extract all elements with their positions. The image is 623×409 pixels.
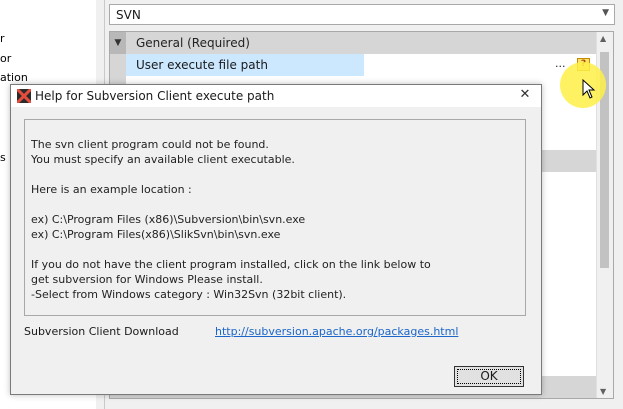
message-line: If you do not have the client program in… (31, 258, 431, 271)
vcs-type-value: SVN (116, 8, 141, 22)
help-dialog: Help for Subversion Client execute path … (10, 84, 542, 395)
category-header: ▼ General (Required) (110, 32, 597, 54)
left-nav-item[interactable]: or (0, 52, 11, 65)
message-line: -Select from Windows category : Win32Svn… (31, 288, 347, 301)
message-line: Here is an example location : (31, 183, 192, 196)
property-name: User execute file path (136, 58, 268, 72)
property-row[interactable]: User execute file path ... ? (110, 54, 597, 76)
category-title: General (Required) (136, 36, 250, 50)
app-logo-icon (17, 89, 31, 103)
message-panel: The svn client program could not be foun… (24, 119, 526, 316)
message-line: ex) C:\Program Files (x86)\Subversion\bi… (31, 213, 306, 226)
message-line: ex) C:\Program Files(x86)\SlikSvn\bin\sv… (31, 228, 281, 241)
scroll-down-icon[interactable]: ▼ (600, 387, 606, 396)
mouse-cursor-icon (582, 79, 596, 99)
collapse-icon[interactable]: ▼ (110, 32, 126, 54)
row-gutter (110, 54, 126, 76)
download-link[interactable]: http://subversion.apache.org/packages.ht… (215, 325, 458, 338)
message-line: The svn client program could not be foun… (31, 138, 269, 151)
left-nav-item[interactable]: s (0, 151, 6, 164)
left-nav-item[interactable]: r (0, 32, 5, 45)
dialog-title: Help for Subversion Client execute path (35, 89, 275, 103)
close-icon[interactable]: ✕ (517, 87, 533, 104)
vcs-type-select[interactable]: SVN ▼ (109, 4, 615, 25)
download-label: Subversion Client Download (24, 325, 179, 338)
property-name-cell[interactable]: User execute file path (126, 54, 364, 76)
scroll-up-icon[interactable]: ▲ (600, 34, 606, 43)
chevron-down-icon: ▼ (602, 8, 609, 18)
message-line: get subversion for Windows Please instal… (31, 273, 263, 286)
browse-button[interactable]: ... (555, 57, 566, 70)
message-line: You must specify an available client exe… (31, 153, 295, 166)
left-nav-item[interactable]: ation (0, 71, 28, 84)
dialog-titlebar[interactable]: Help for Subversion Client execute path … (11, 85, 541, 107)
ok-button[interactable]: OK (454, 366, 524, 387)
